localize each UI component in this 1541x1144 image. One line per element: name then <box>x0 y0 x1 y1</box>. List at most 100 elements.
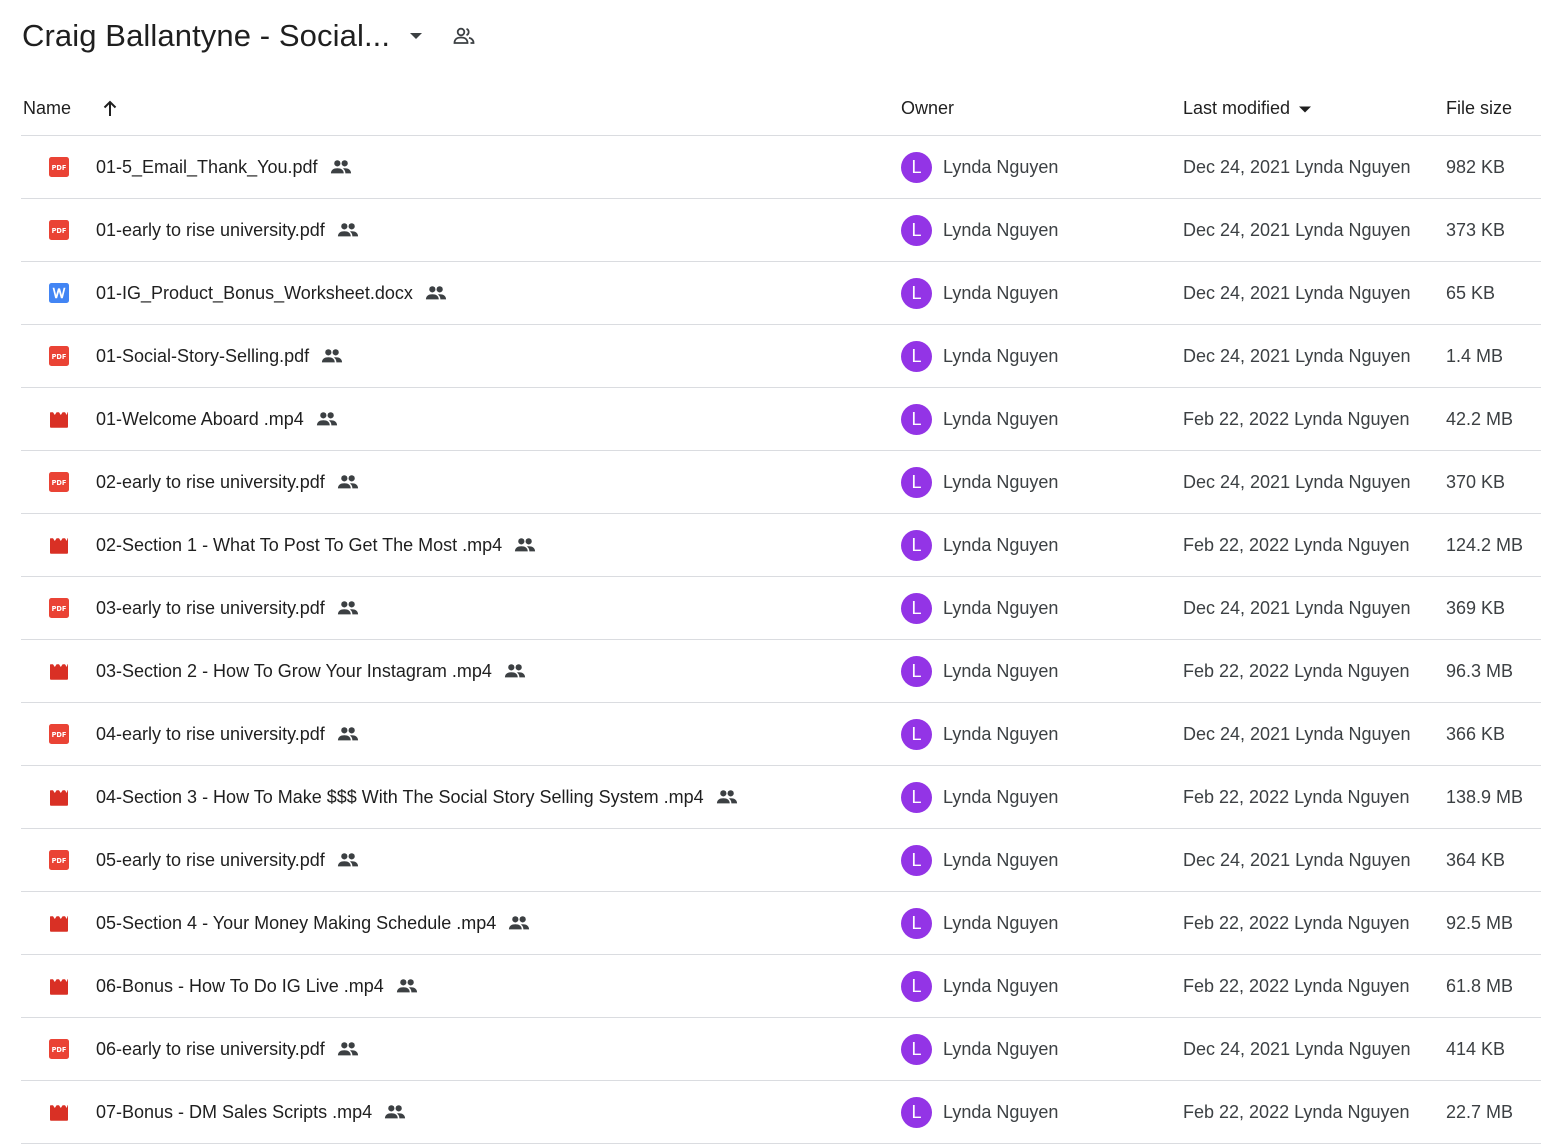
file-owner: L Lynda Nguyen <box>901 1081 1058 1143</box>
file-name[interactable]: 01-Social-Story-Selling.pdf <box>96 325 343 387</box>
people-outline-icon[interactable] <box>450 22 478 50</box>
modified-by: Lynda Nguyen <box>1295 345 1411 366</box>
modified-by: Lynda Nguyen <box>1294 1101 1410 1122</box>
file-row[interactable]: PDF 05-early to rise university.pdf L Lynda… <box>21 829 1541 892</box>
file-name-text: 05-early to rise university.pdf <box>96 849 325 870</box>
file-name[interactable]: 07-Bonus - DM Sales Scripts .mp4 <box>96 1081 406 1143</box>
modified-date: Feb 22, 2022 <box>1183 534 1290 555</box>
file-last-modified: Feb 22, 2022 Lynda Nguyen <box>1183 514 1410 576</box>
avatar[interactable]: L <box>901 466 932 498</box>
file-owner: L Lynda Nguyen <box>901 766 1058 828</box>
modified-by: Lynda Nguyen <box>1295 156 1411 177</box>
file-row[interactable]: 01-IG_Product_Bonus_Worksheet.docx L Lynda… <box>21 262 1541 325</box>
file-name[interactable]: 06-early to rise university.pdf <box>96 1018 359 1080</box>
shared-people-icon <box>514 536 536 554</box>
file-row[interactable]: 04-Section 3 - How To Make $$$ With The … <box>21 766 1541 829</box>
file-name[interactable]: 01-early to rise university.pdf <box>96 199 359 261</box>
file-row[interactable]: PDF 01-Social-Story-Selling.pdf L Lynda Ngu… <box>21 325 1541 388</box>
file-name[interactable]: 03-early to rise university.pdf <box>96 577 359 639</box>
file-row[interactable]: 03-Section 2 - How To Grow Your Instagra… <box>21 640 1541 703</box>
column-header-name[interactable]: Name <box>23 82 119 135</box>
file-row[interactable]: 07-Bonus - DM Sales Scripts .mp4 L Lynda N… <box>21 1081 1541 1144</box>
avatar[interactable]: L <box>901 340 932 372</box>
file-row[interactable]: PDF 03-early to rise university.pdf L Lynda… <box>21 577 1541 640</box>
owner-name: Lynda Nguyen <box>943 660 1059 681</box>
avatar[interactable]: L <box>901 907 932 939</box>
modified-by: Lynda Nguyen <box>1294 912 1410 933</box>
file-row[interactable]: PDF 06-early to rise university.pdf L Lynda… <box>21 1018 1541 1081</box>
file-owner: L Lynda Nguyen <box>901 388 1058 450</box>
file-name[interactable]: 02-early to rise university.pdf <box>96 451 359 513</box>
file-name-text: 03-early to rise university.pdf <box>96 597 325 618</box>
file-last-modified: Feb 22, 2022 Lynda Nguyen <box>1183 640 1410 702</box>
file-name[interactable]: 05-early to rise university.pdf <box>96 829 359 891</box>
avatar[interactable]: L <box>901 214 932 246</box>
file-last-modified: Dec 24, 2021 Lynda Nguyen <box>1183 1018 1411 1080</box>
avatar[interactable]: L <box>901 655 932 687</box>
avatar[interactable]: L <box>901 592 932 624</box>
avatar[interactable]: L <box>901 1033 932 1065</box>
file-name[interactable]: 03-Section 2 - How To Grow Your Instagra… <box>96 640 526 702</box>
avatar[interactable]: L <box>901 844 932 876</box>
file-row[interactable]: PDF 01-5_Email_Thank_You.pdf L Lynda Nguyen… <box>21 136 1541 199</box>
file-owner: L Lynda Nguyen <box>901 829 1058 891</box>
file-row[interactable]: 06-Bonus - How To Do IG Live .mp4 L Lynda … <box>21 955 1541 1018</box>
shared-people-icon <box>337 473 359 491</box>
owner-name: Lynda Nguyen <box>943 1101 1059 1122</box>
modified-date: Feb 22, 2022 <box>1183 408 1290 429</box>
folder-title[interactable]: Craig Ballantyne - Social... <box>22 18 390 54</box>
owner-name: Lynda Nguyen <box>943 975 1059 996</box>
avatar[interactable]: L <box>901 277 932 309</box>
arrow-drop-down-icon[interactable] <box>406 26 426 46</box>
file-last-modified: Feb 22, 2022 Lynda Nguyen <box>1183 766 1410 828</box>
column-header-owner[interactable]: Owner <box>901 82 954 135</box>
file-row[interactable]: 02-Section 1 - What To Post To Get The M… <box>21 514 1541 577</box>
owner-name: Lynda Nguyen <box>943 1038 1059 1059</box>
arrow-upward-icon[interactable] <box>101 100 119 118</box>
avatar[interactable]: L <box>901 718 932 750</box>
file-name[interactable]: 01-IG_Product_Bonus_Worksheet.docx <box>96 262 447 324</box>
arrow-drop-down-icon[interactable] <box>1296 100 1314 118</box>
file-name[interactable]: 04-Section 3 - How To Make $$$ With The … <box>96 766 738 828</box>
avatar[interactable]: L <box>901 403 932 435</box>
svg-text:PDF: PDF <box>52 353 67 361</box>
modified-date: Dec 24, 2021 <box>1183 849 1291 870</box>
file-row[interactable]: 05-Section 4 - Your Money Making Schedul… <box>21 892 1541 955</box>
video-icon <box>49 409 69 429</box>
file-name[interactable]: 05-Section 4 - Your Money Making Schedul… <box>96 892 530 954</box>
file-owner: L Lynda Nguyen <box>901 199 1058 261</box>
file-size: 42.2 MB <box>1446 408 1514 429</box>
avatar[interactable]: L <box>901 1096 932 1128</box>
file-row[interactable]: 01-Welcome Aboard .mp4 L Lynda Nguyen Feb 2… <box>21 388 1541 451</box>
file-name-text: 07-Bonus - DM Sales Scripts .mp4 <box>96 1101 373 1122</box>
shared-people-icon <box>337 221 359 239</box>
avatar[interactable]: L <box>901 529 932 561</box>
file-row[interactable]: PDF 01-early to rise university.pdf L Lynda… <box>21 199 1541 262</box>
file-last-modified: Feb 22, 2022 Lynda Nguyen <box>1183 1081 1410 1143</box>
file-name[interactable]: 02-Section 1 - What To Post To Get The M… <box>96 514 536 576</box>
modified-date: Dec 24, 2021 <box>1183 219 1291 240</box>
avatar[interactable]: L <box>901 970 932 1002</box>
file-name[interactable]: 01-5_Email_Thank_You.pdf <box>96 136 352 198</box>
file-last-modified: Feb 22, 2022 Lynda Nguyen <box>1183 388 1410 450</box>
shared-people-icon <box>330 158 352 176</box>
modified-by: Lynda Nguyen <box>1295 723 1411 744</box>
avatar[interactable]: L <box>901 151 932 183</box>
file-name-text: 05-Section 4 - Your Money Making Schedul… <box>96 912 497 933</box>
file-row[interactable]: PDF 02-early to rise university.pdf L Lynda… <box>21 451 1541 514</box>
video-icon <box>49 535 69 555</box>
shared-people-icon <box>321 347 343 365</box>
shared-people-icon <box>504 662 526 680</box>
shared-people-icon <box>384 1103 406 1121</box>
column-header-file-size[interactable]: File size <box>1446 82 1512 135</box>
file-size: 1.4 MB <box>1446 345 1504 366</box>
file-name[interactable]: 01-Welcome Aboard .mp4 <box>96 388 338 450</box>
column-header-last-modified[interactable]: Last modified <box>1183 82 1314 135</box>
file-row[interactable]: PDF 04-early to rise university.pdf L Lynda… <box>21 703 1541 766</box>
shared-people-icon <box>316 410 338 428</box>
file-name[interactable]: 06-Bonus - How To Do IG Live .mp4 <box>96 955 418 1017</box>
owner-name: Lynda Nguyen <box>943 156 1059 177</box>
avatar[interactable]: L <box>901 781 932 813</box>
file-name[interactable]: 04-early to rise university.pdf <box>96 703 359 765</box>
video-icon <box>49 1102 69 1122</box>
